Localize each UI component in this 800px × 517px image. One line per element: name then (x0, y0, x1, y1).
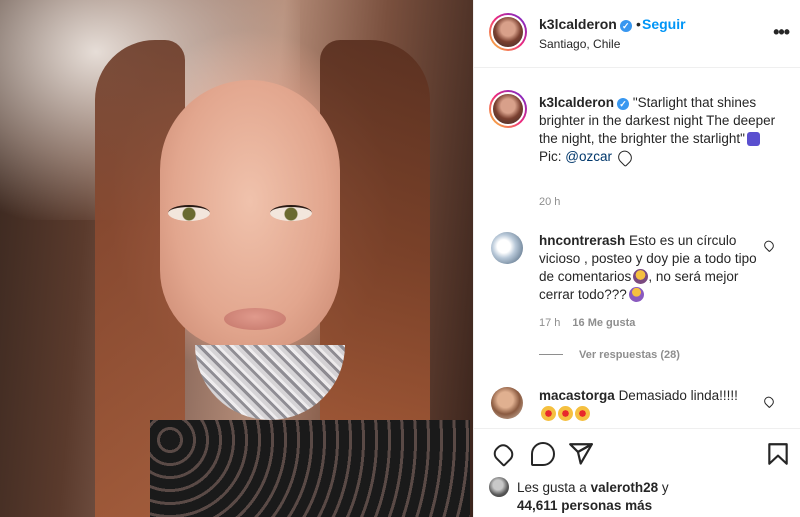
verified-badge-icon: ✓ (619, 20, 632, 32)
caption-timestamp[interactable]: 20 h (539, 196, 560, 208)
caption-pic-prefix: Pic: (539, 149, 566, 164)
caption-author-avatar[interactable] (489, 90, 527, 128)
author-username[interactable]: k3lcalderon ✓ (539, 16, 632, 32)
comment-username[interactable]: hncontrerash (539, 233, 625, 248)
verified-badge-icon: ✓ (617, 98, 630, 110)
bookmark-icon[interactable] (765, 441, 791, 467)
follow-button[interactable]: Seguir (642, 16, 686, 32)
likes-count[interactable]: 44,611 personas más (489, 497, 789, 515)
star-struck-emoji-icon (575, 406, 590, 421)
music-notes-emoji-icon (746, 132, 760, 146)
likes-and: y (658, 480, 669, 495)
view-replies-label[interactable]: Ver respuestas (28) (579, 349, 680, 361)
comment-item: macastorga Demasiado linda!!!!! (539, 387, 769, 423)
comment-text: Demasiado linda!!!!! (618, 388, 738, 403)
like-comment-heart-icon[interactable] (762, 238, 776, 253)
comment-avatar[interactable] (491, 387, 523, 419)
photo-eye-left (168, 205, 210, 221)
post-side-panel: k3lcalderon ✓ • Seguir Santiago, Chile ••… (473, 0, 800, 517)
likes-prefix: Les gusta a (517, 480, 591, 495)
comment-username[interactable]: macastorga (539, 388, 615, 403)
post-actions-bar (474, 428, 800, 478)
comment-avatar[interactable] (491, 232, 523, 264)
white-heart-emoji-icon (615, 147, 635, 168)
post-header: k3lcalderon ✓ • Seguir Santiago, Chile ••… (474, 0, 800, 68)
photo-eye-right (270, 205, 312, 221)
likes-summary: Les gusta a valeroth28 y 44,611 personas… (489, 477, 789, 515)
liker-username[interactable]: valeroth28 (591, 480, 659, 495)
shrug-emoji-icon (628, 287, 644, 302)
header-separator: • (636, 16, 641, 32)
star-struck-emoji-icon (541, 406, 556, 421)
comment-meta: 17 h 16 Me gusta (539, 317, 635, 329)
caption-mention-link[interactable]: @ozcar (565, 149, 612, 164)
comment-item: hncontrerash Esto es un círculo vicioso … (539, 232, 759, 304)
comment-time[interactable]: 17 h (539, 317, 560, 329)
post-caption: k3lcalderon ✓ "Starlight that shines brig… (539, 94, 789, 168)
star-struck-emoji-icon (558, 406, 573, 421)
more-options-icon[interactable]: ••• (773, 22, 790, 43)
post-photo[interactable] (0, 0, 473, 517)
replies-divider (539, 354, 563, 355)
comment-likes[interactable]: 16 Me gusta (572, 317, 635, 329)
post-location[interactable]: Santiago, Chile (539, 37, 620, 51)
liker-avatar[interactable] (489, 477, 509, 497)
comment-icon[interactable] (530, 441, 556, 467)
author-avatar[interactable] (489, 13, 527, 51)
facepalm-emoji-icon (633, 269, 649, 284)
share-icon[interactable] (568, 441, 594, 467)
heart-icon[interactable] (490, 441, 516, 467)
caption-username[interactable]: k3lcalderon (539, 95, 614, 110)
photo-lips (224, 308, 286, 330)
author-username-text[interactable]: k3lcalderon (539, 16, 617, 32)
photo-clothing (150, 420, 470, 517)
view-replies-button[interactable]: Ver respuestas (28) (539, 349, 680, 361)
